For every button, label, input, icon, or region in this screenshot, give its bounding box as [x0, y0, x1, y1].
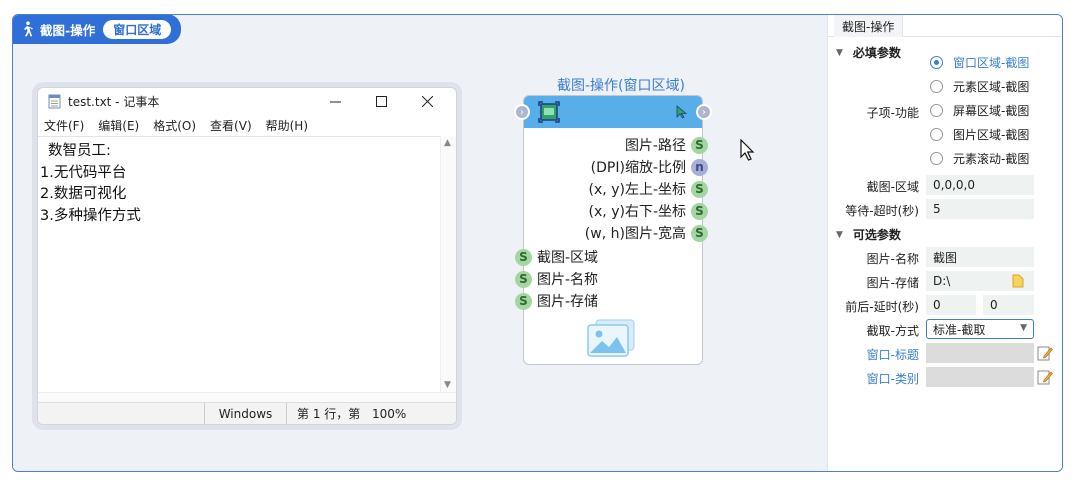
window-class-input[interactable] — [926, 367, 1034, 387]
text-line: 2.数据可视化 — [40, 186, 127, 202]
node-header[interactable] — [524, 96, 702, 128]
status-encoding: Windows — [204, 403, 286, 424]
mouse-cursor-icon — [740, 139, 755, 161]
input-port-row[interactable]: S 图片-存储 — [515, 290, 598, 312]
string-port-badge[interactable]: S — [691, 224, 708, 242]
number-port-badge[interactable]: n — [691, 158, 708, 176]
mode-select[interactable]: 标准-截取 ▼ — [926, 319, 1034, 339]
input-port-row[interactable]: S 截图-区域 — [515, 246, 598, 268]
chevron-down-icon: ▼ — [1020, 323, 1027, 333]
run-person-icon — [18, 20, 36, 38]
input-port-row[interactable]: S 图片-名称 — [515, 268, 598, 290]
pointer-icon — [676, 105, 688, 119]
notepad-text-area[interactable]: 数智员工: 1.无代码平台 2.数据可视化 3.多种操作方式 — [38, 136, 442, 392]
timeout-label: 等待-超时(秒) — [845, 204, 919, 218]
menu-file[interactable]: 文件(F) — [44, 117, 84, 134]
maximize-icon[interactable] — [358, 88, 404, 114]
output-port-row[interactable]: 图片-路径 S — [625, 134, 708, 156]
menu-view[interactable]: 查看(V) — [210, 117, 252, 134]
text-line: 3.多种操作方式 — [40, 207, 141, 224]
panel-tab[interactable]: 截图-操作 — [834, 15, 904, 37]
radio-icon[interactable] — [930, 127, 943, 141]
string-port-badge[interactable]: S — [691, 136, 708, 154]
edit-icon[interactable] — [1037, 345, 1053, 361]
delay-label: 前后-延时(秒) — [845, 300, 919, 314]
text-line: 1.无代码平台 — [40, 164, 127, 181]
radio-icon[interactable] — [930, 79, 943, 93]
flow-canvas[interactable]: 截图-操作 窗口区域 test.txt - 记事本 文件(F) 编辑(E) 格式… — [13, 15, 827, 471]
radio-selected-icon[interactable] — [930, 55, 943, 69]
image-store-label: 图片-存储 — [866, 276, 919, 290]
string-port-badge[interactable]: S — [515, 270, 532, 288]
node-title: 截图-操作(窗口区域) — [557, 78, 685, 94]
notepad-title: test.txt - 记事本 — [68, 94, 160, 109]
flow-out-port[interactable]: › — [696, 104, 712, 120]
optional-section-header[interactable]: ▼ 可选参数 — [836, 226, 901, 243]
header-mode-pill[interactable]: 窗口区域 — [103, 19, 172, 39]
scroll-up-icon[interactable]: ▲ — [444, 138, 451, 148]
screenshot-icon — [538, 101, 560, 123]
workflow-editor: 截图-操作 窗口区域 test.txt - 记事本 文件(F) 编辑(E) 格式… — [12, 14, 1063, 472]
notepad-file-icon — [48, 94, 61, 109]
notepad-statusbar: Windows 第 1 行，第 100% — [38, 402, 456, 424]
text-line: 数智员工: — [48, 143, 111, 159]
delay-after-input[interactable]: 0 — [983, 295, 1034, 315]
delay-before-input[interactable]: 0 — [926, 295, 976, 315]
image-name-input[interactable]: 截图 — [926, 247, 1034, 267]
string-port-badge[interactable]: S — [691, 180, 708, 198]
chevron-down-icon: ▼ — [836, 229, 843, 240]
region-label: 截图-区域 — [866, 180, 919, 194]
status-position: 第 1 行，第 — [286, 403, 372, 424]
property-panel: 截图-操作 ▼ 必填参数 窗口区域-截图 元素区域-截图 子项-功能 屏幕区域-… — [827, 15, 1062, 471]
option-element-scroll[interactable]: 元素滚动-截图 — [930, 148, 1029, 168]
image-icon — [587, 319, 635, 357]
screenshot-node[interactable]: › › 图片-路径 S (DPI)缩放-比例 n (x, y)左上-坐标 S (… — [514, 95, 712, 365]
radio-icon[interactable] — [930, 103, 943, 117]
minimize-icon[interactable] — [312, 88, 358, 114]
menu-format[interactable]: 格式(O) — [153, 117, 196, 134]
notepad-menubar: 文件(F) 编辑(E) 格式(O) 查看(V) 帮助(H) — [38, 114, 456, 136]
flow-in-port[interactable]: › — [514, 104, 530, 120]
output-port-row[interactable]: (DPI)缩放-比例 n — [591, 156, 708, 178]
header-title: 截图-操作 — [40, 22, 96, 38]
function-label: 子项-功能 — [866, 106, 919, 120]
vertical-scrollbar[interactable]: ▲ ▼ — [440, 136, 456, 392]
window-class-label[interactable]: 窗口-类别 — [867, 370, 919, 387]
chevron-down-icon: ▼ — [836, 47, 843, 58]
timeout-input[interactable]: 5 — [926, 199, 1034, 219]
radio-icon[interactable] — [930, 151, 943, 165]
status-zoom: 100% — [372, 406, 407, 421]
scroll-down-icon[interactable]: ▼ — [444, 380, 451, 390]
string-port-badge[interactable]: S — [515, 292, 532, 310]
notepad-window[interactable]: test.txt - 记事本 文件(F) 编辑(E) 格式(O) 查看(V) 帮… — [37, 87, 457, 425]
image-name-label: 图片-名称 — [866, 252, 919, 266]
option-element-region[interactable]: 元素区域-截图 — [930, 76, 1029, 96]
output-port-row[interactable]: (w, h)图片-宽高 S — [585, 222, 708, 244]
mode-label: 截取-方式 — [866, 324, 919, 338]
menu-edit[interactable]: 编辑(E) — [98, 117, 139, 134]
header-tab[interactable]: 截图-操作 窗口区域 — [13, 15, 181, 44]
option-image-region[interactable]: 图片区域-截图 — [930, 124, 1029, 144]
required-section-header[interactable]: ▼ 必填参数 — [836, 44, 901, 61]
option-screen-region[interactable]: 屏幕区域-截图 — [930, 100, 1029, 120]
string-port-badge[interactable]: S — [515, 248, 532, 266]
string-port-badge[interactable]: S — [691, 202, 708, 220]
notepad-titlebar[interactable]: test.txt - 记事本 — [38, 88, 456, 114]
window-title-label[interactable]: 窗口-标题 — [867, 346, 919, 363]
close-icon[interactable] — [404, 88, 450, 114]
window-title-input[interactable] — [926, 343, 1034, 363]
option-window-region[interactable]: 窗口区域-截图 — [930, 52, 1029, 72]
edit-icon[interactable] — [1037, 369, 1053, 385]
menu-help[interactable]: 帮助(H) — [266, 117, 308, 134]
region-input[interactable]: 0,0,0,0 — [926, 175, 1034, 195]
output-port-row[interactable]: (x, y)左上-坐标 S — [589, 178, 708, 200]
folder-icon[interactable] — [1012, 274, 1024, 288]
output-port-row[interactable]: (x, y)右下-坐标 S — [589, 200, 708, 222]
